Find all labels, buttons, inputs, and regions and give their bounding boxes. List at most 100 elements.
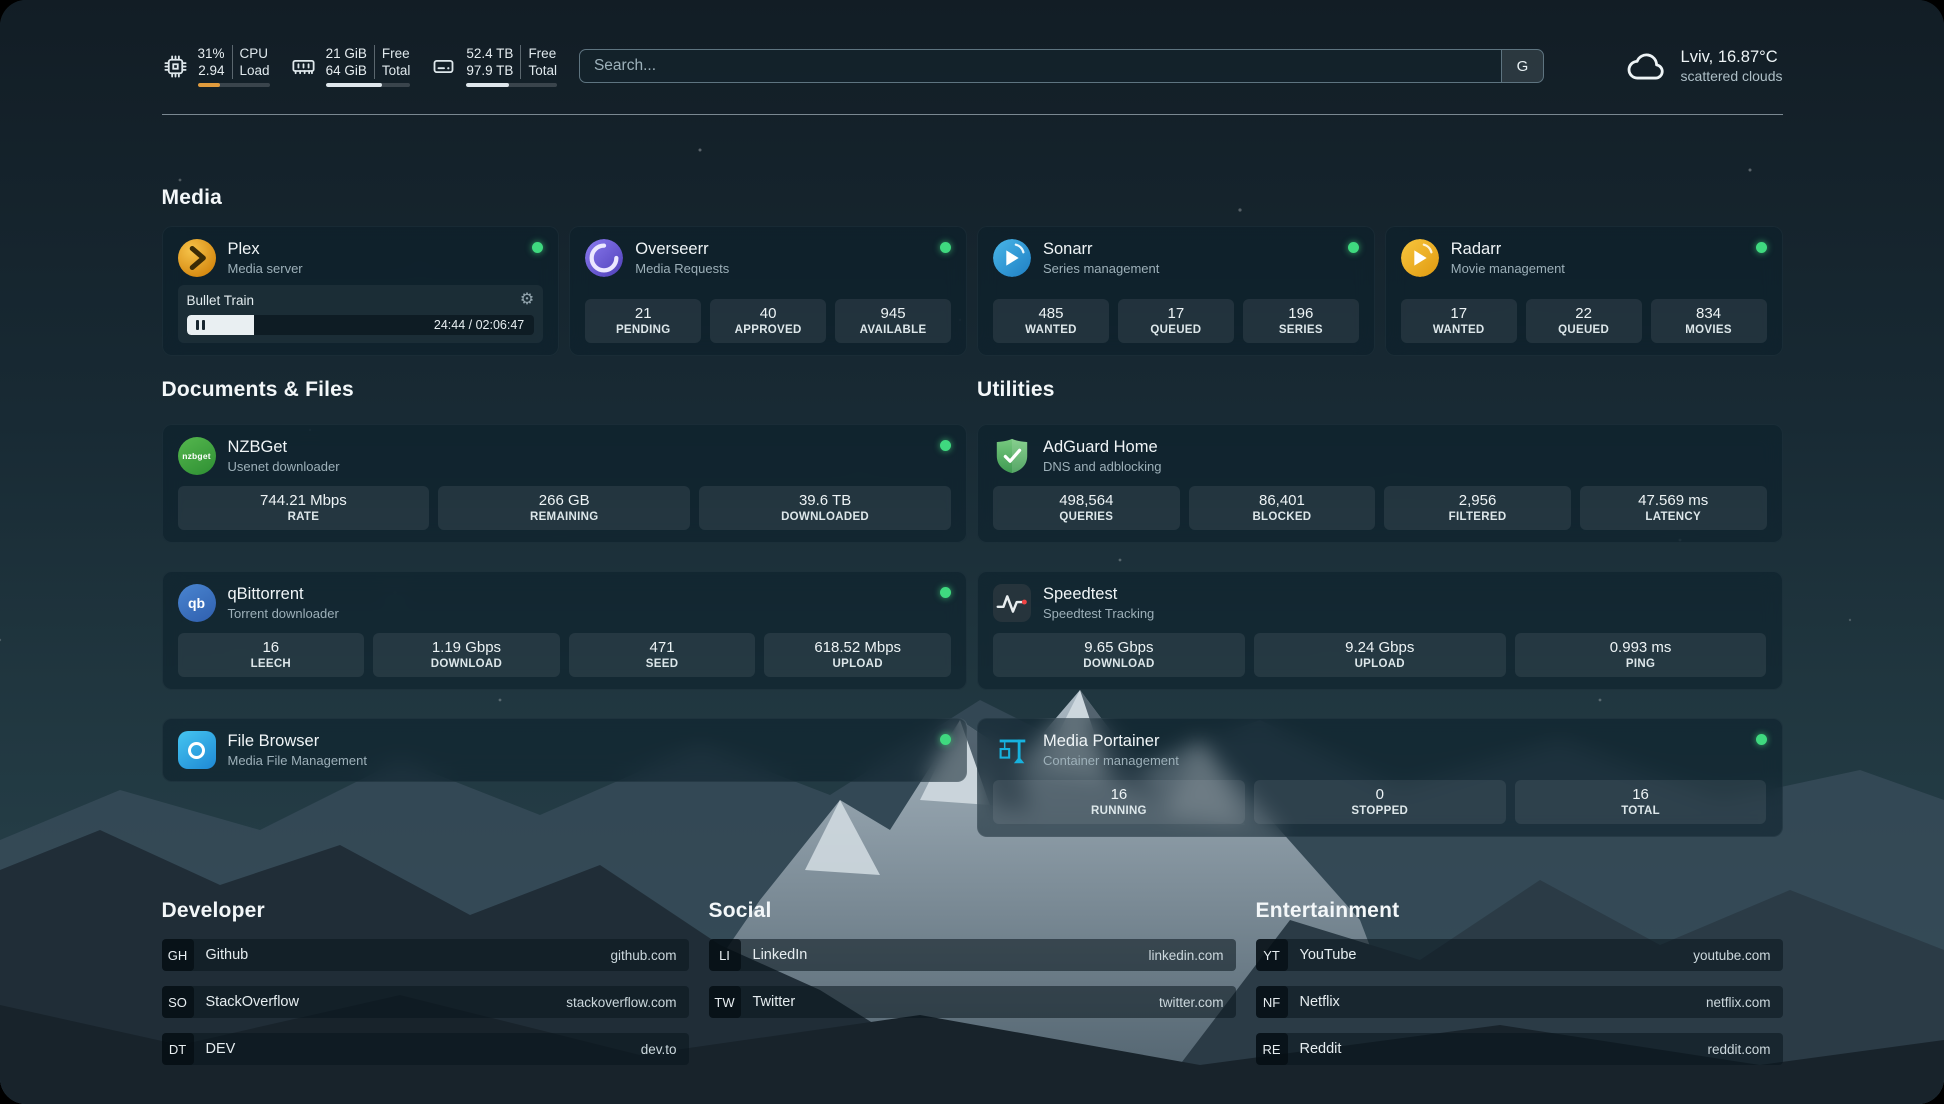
plex-icon — [178, 239, 216, 277]
qbittorrent-icon: qb — [178, 584, 216, 622]
app-subtitle: Speedtest Tracking — [1043, 606, 1154, 621]
app-subtitle: Series management — [1043, 261, 1159, 276]
app-card-qbittorrent[interactable]: qb qBittorrent Torrent downloader 16 LEE… — [162, 571, 968, 690]
media-section: Plex Media server Bullet Train ⚙ 24:44 /… — [162, 226, 1783, 356]
stat-box: 17 WANTED — [1401, 299, 1517, 343]
ram-free-value: 21 GiB — [326, 45, 367, 62]
bookmark-stackoverflow[interactable]: SO StackOverflow stackoverflow.com — [162, 986, 689, 1018]
app-card-radarr[interactable]: Radarr Movie management 17 WANTED 22 QUE… — [1385, 226, 1783, 356]
stat-box: 485 WANTED — [993, 299, 1109, 343]
bookmark-github[interactable]: GH Github github.com — [162, 939, 689, 971]
ram-progress-fill — [326, 83, 383, 87]
bookmark-name: Github — [206, 947, 249, 963]
app-card-plex[interactable]: Plex Media server Bullet Train ⚙ 24:44 /… — [162, 226, 560, 356]
stat-box: 0.993 ms PING — [1515, 633, 1767, 677]
bookmark-linkedin[interactable]: LI LinkedIn linkedin.com — [709, 939, 1236, 971]
speedtest-icon — [993, 584, 1031, 622]
app-card-sonarr[interactable]: Sonarr Series management 485 WANTED 17 Q… — [977, 226, 1375, 356]
app-subtitle: Media server — [228, 261, 303, 276]
bookmark-url: twitter.com — [1159, 995, 1236, 1010]
app-card-speedtest[interactable]: Speedtest Speedtest Tracking 9.65 Gbps D… — [977, 571, 1783, 690]
utilities-section: Utilities — [977, 378, 1783, 837]
search-bar: G — [579, 49, 1544, 83]
app-name: Media Portainer — [1043, 732, 1179, 752]
app-card-portainer[interactable]: Media Portainer Container management 16 … — [977, 718, 1783, 837]
app-card-nzbget[interactable]: nzbget NZBGet Usenet downloader 744.21 M… — [162, 424, 968, 543]
disk-icon — [430, 53, 457, 80]
cpu-icon — [162, 53, 189, 80]
stat-box: 86,401 BLOCKED — [1189, 486, 1376, 530]
app-subtitle: Movie management — [1451, 261, 1565, 276]
disk-total-value: 97.9 TB — [466, 62, 513, 79]
disk-total-label: Total — [528, 62, 557, 79]
app-subtitle: Media Requests — [635, 261, 729, 276]
app-name: NZBGet — [228, 438, 340, 458]
metric-memory: 21 GiB 64 GiB Free Total — [290, 45, 411, 87]
search-input[interactable] — [580, 50, 1501, 82]
stat-box: 16 RUNNING — [993, 780, 1245, 824]
gear-icon[interactable]: ⚙ — [520, 292, 534, 308]
app-card-filebrowser[interactable]: File Browser Media File Management — [162, 718, 968, 782]
app-subtitle: Media File Management — [228, 753, 367, 768]
github-icon: GH — [162, 939, 194, 971]
status-online-dot — [940, 440, 951, 451]
netflix-icon: NF — [1256, 986, 1288, 1018]
app-card-overseerr[interactable]: Overseerr Media Requests 21 PENDING 40 A… — [569, 226, 967, 356]
cloud-icon — [1625, 50, 1669, 83]
cpu-usage-label: CPU — [240, 45, 270, 62]
weather-widget[interactable]: Lviv, 16.87°C scattered clouds — [1625, 47, 1783, 85]
stat-box: 0 STOPPED — [1254, 780, 1506, 824]
bookmark-url: reddit.com — [1707, 1042, 1782, 1057]
pause-icon[interactable] — [196, 320, 205, 330]
section-title-documents: Documents & Files — [162, 378, 968, 402]
status-online-dot — [940, 587, 951, 598]
bookmarks-entertainment: Entertainment YT YouTube youtube.com NF … — [1256, 899, 1783, 1080]
stat-box: 16 TOTAL — [1515, 780, 1767, 824]
stackoverflow-icon: SO — [162, 986, 194, 1018]
bookmark-twitter[interactable]: TW Twitter twitter.com — [709, 986, 1236, 1018]
stat-box: 498,564 QUERIES — [993, 486, 1180, 530]
section-title-utilities: Utilities — [977, 378, 1783, 402]
section-title-entertainment: Entertainment — [1256, 899, 1783, 923]
stat-box: 17 QUEUED — [1118, 299, 1234, 343]
radarr-icon — [1401, 239, 1439, 277]
bookmark-url: github.com — [610, 948, 688, 963]
bookmark-name: DEV — [206, 1041, 236, 1057]
bookmark-name: LinkedIn — [753, 947, 808, 963]
app-subtitle: Usenet downloader — [228, 459, 340, 474]
stat-box: 744.21 Mbps RATE — [178, 486, 430, 530]
stat-box: 47.569 ms LATENCY — [1580, 486, 1767, 530]
header: 31% 2.94 CPU Load — [162, 45, 1783, 87]
ram-free-label: Free — [382, 45, 411, 62]
stat-box: 9.24 Gbps UPLOAD — [1254, 633, 1506, 677]
disk-progress-bar — [466, 83, 557, 87]
ram-total-value: 64 GiB — [326, 62, 367, 79]
bookmark-netflix[interactable]: NF Netflix netflix.com — [1256, 986, 1783, 1018]
stat-box: 22 QUEUED — [1526, 299, 1642, 343]
bookmark-name: Twitter — [753, 994, 796, 1010]
weather-condition: scattered clouds — [1681, 68, 1783, 86]
overseerr-icon — [585, 239, 623, 277]
dashboard-page: 31% 2.94 CPU Load — [0, 0, 1944, 1104]
bookmark-dev[interactable]: DT DEV dev.to — [162, 1033, 689, 1065]
ram-progress-bar — [326, 83, 411, 87]
stat-box: 16 LEECH — [178, 633, 365, 677]
app-name: AdGuard Home — [1043, 438, 1162, 458]
app-card-adguard[interactable]: AdGuard Home DNS and adblocking 498,564 … — [977, 424, 1783, 543]
stat-box: 39.6 TB DOWNLOADED — [699, 486, 951, 530]
section-title-developer: Developer — [162, 899, 689, 923]
sonarr-icon — [993, 239, 1031, 277]
section-title-social: Social — [709, 899, 1236, 923]
app-name: Plex — [228, 240, 303, 260]
bookmark-name: YouTube — [1300, 947, 1357, 963]
filebrowser-icon — [178, 731, 216, 769]
app-name: Speedtest — [1043, 585, 1154, 605]
weather-location-temp: Lviv, 16.87°C — [1681, 47, 1783, 68]
search-engine-button[interactable]: G — [1501, 50, 1543, 82]
dev-icon: DT — [162, 1033, 194, 1065]
bookmark-reddit[interactable]: RE Reddit reddit.com — [1256, 1033, 1783, 1065]
bookmark-youtube[interactable]: YT YouTube youtube.com — [1256, 939, 1783, 971]
playback-progress-bar[interactable]: 24:44 / 02:06:47 — [187, 315, 535, 335]
disk-free-label: Free — [528, 45, 557, 62]
stat-box: 9.65 Gbps DOWNLOAD — [993, 633, 1245, 677]
